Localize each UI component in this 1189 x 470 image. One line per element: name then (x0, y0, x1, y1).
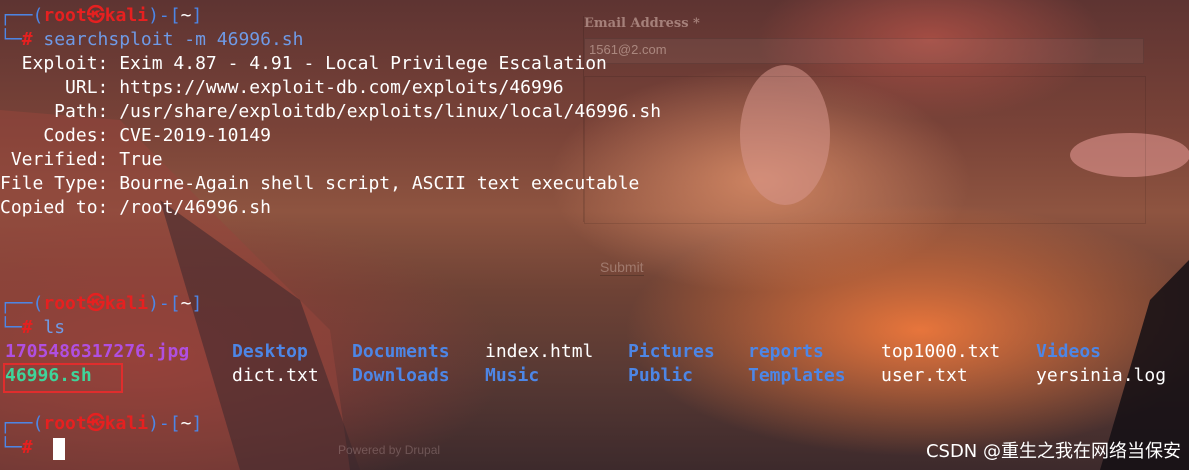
command-line-searchsploit: └─# searchsploit -m 46996.sh (0, 29, 304, 50)
command-line-empty[interactable]: └─# (0, 436, 33, 460)
ls-file: dict.txt (232, 365, 319, 386)
ls-directory: Public (628, 365, 694, 386)
ls-directory: Videos (1036, 341, 1102, 362)
terminal-cursor (53, 438, 65, 460)
ls-directory: Desktop (232, 341, 308, 362)
ls-directory: Pictures (628, 341, 715, 362)
ls-directory: Music (485, 365, 540, 386)
prompt-line-top: ┌──(root㉿kali)-[~] (0, 413, 203, 434)
ls-directory: Downloads (352, 365, 450, 386)
ls-file: yersinia.log (1036, 365, 1167, 386)
ls-directory: Templates (748, 365, 846, 386)
exploit-info-line: Codes: CVE-2019-10149 (0, 125, 271, 146)
exploit-info-line: Exploit: Exim 4.87 - 4.91 - Local Privil… (0, 53, 607, 74)
ls-file-image: 1705486317276.jpg (5, 341, 190, 362)
ls-directory: reports (748, 341, 824, 362)
highlight-box-annotation (3, 363, 123, 393)
ls-file: top1000.txt (881, 341, 1001, 362)
prompt-line-top: ┌──(root㉿kali)-[~] (0, 5, 203, 26)
csdn-watermark: CSDN @重生之我在网络当保安 (925, 441, 1181, 462)
ls-file: user.txt (881, 365, 968, 386)
exploit-info-line: File Type: Bourne-Again shell script, AS… (0, 173, 640, 194)
command-text: searchsploit -m 46996.sh (43, 29, 304, 50)
ls-directory: Documents (352, 341, 450, 362)
exploit-info-line: URL: https://www.exploit-db.com/exploits… (0, 77, 564, 98)
ls-file: index.html (485, 341, 594, 362)
terminal-window[interactable]: ┌──(root㉿kali)-[~] └─# searchsploit -m 4… (0, 0, 1189, 470)
command-text: ls (43, 317, 66, 338)
exploit-info-line: Copied to: /root/46996.sh (0, 197, 271, 218)
exploit-info-line: Path: /usr/share/exploitdb/exploits/linu… (0, 101, 662, 122)
exploit-info-line: Verified: True (0, 149, 163, 170)
prompt-line-top: ┌──(root㉿kali)-[~] (0, 293, 203, 314)
command-line-ls: └─# ls (0, 317, 66, 338)
